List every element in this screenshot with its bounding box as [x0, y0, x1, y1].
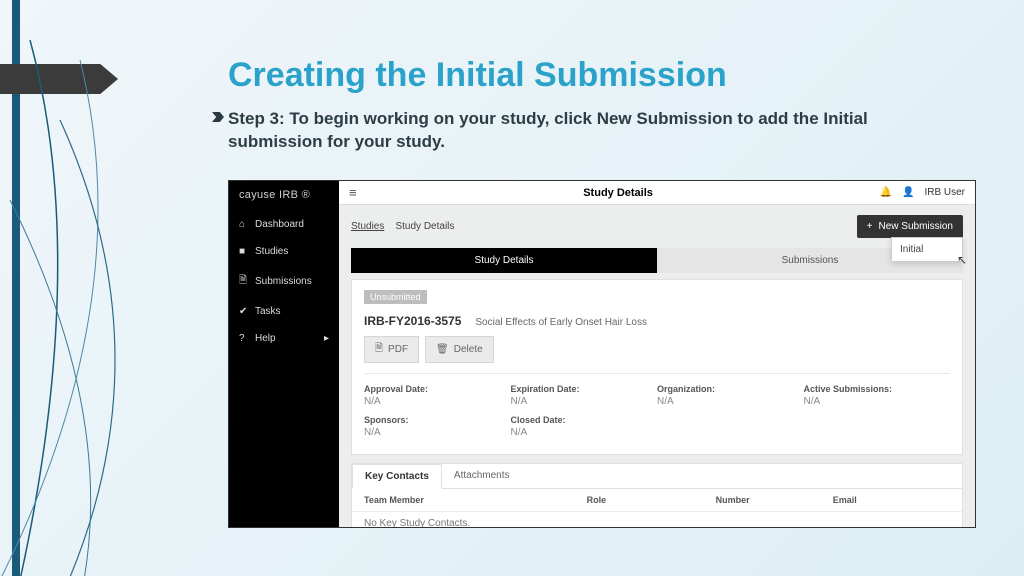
meta-label: Organization: [657, 384, 804, 394]
col-number: Number [716, 495, 833, 505]
sidebar-item-label: Studies [255, 246, 288, 257]
col-email: Email [833, 495, 950, 505]
contacts-panel: Key Contacts Attachments Team Member Rol… [351, 463, 963, 528]
sidebar-item-tasks[interactable]: ✔ Tasks [239, 298, 329, 325]
new-submission-dropdown-item[interactable]: Initial [891, 237, 963, 262]
chevron-right-icon: ▸ [324, 333, 329, 344]
pdf-button[interactable]: 🗎 PDF [364, 336, 419, 363]
user-name: IRB User [924, 187, 965, 198]
meta-value: N/A [657, 396, 804, 407]
pdf-label: PDF [388, 344, 408, 355]
status-badge: Unsubmitted [364, 290, 427, 304]
breadcrumb-root[interactable]: Studies [351, 221, 384, 232]
slide-step-text: Step 3: To begin working on your study, … [228, 108, 928, 154]
study-meta: Approval Date:N/A Expiration Date:N/A Or… [364, 373, 950, 450]
meta-label: Closed Date: [511, 415, 658, 425]
meta-value: N/A [364, 396, 511, 407]
col-role: Role [587, 495, 716, 505]
main-tabs: Study Details Submissions [351, 248, 963, 273]
pdf-icon: 🗎 [375, 341, 383, 358]
meta-value: N/A [511, 396, 658, 407]
hamburger-icon[interactable]: ≡ [349, 185, 357, 200]
sidebar-item-dashboard[interactable]: ⌂ Dashboard [239, 211, 329, 238]
sidebar-item-label: Help [255, 333, 276, 344]
plus-icon: + [867, 221, 873, 232]
slide-marker [0, 64, 118, 94]
meta-label: Approval Date: [364, 384, 511, 394]
new-submission-button[interactable]: + New Submission [857, 215, 963, 238]
meta-value: N/A [364, 427, 511, 438]
bullet-icon [212, 112, 224, 122]
topbar: ≡ Study Details 🔔 👤 IRB User [339, 181, 975, 205]
meta-label: Active Submissions: [804, 384, 951, 394]
page-title: Study Details [357, 187, 880, 199]
sidebar-item-studies[interactable]: ■ Studies [239, 238, 329, 265]
meta-value: N/A [804, 396, 951, 407]
delete-button[interactable]: 🗑 Delete [425, 336, 494, 363]
app-sidebar: cayuse IRB ® ⌂ Dashboard ■ Studies 🗎 Sub… [229, 181, 339, 527]
breadcrumb-current: Study Details [395, 221, 454, 232]
col-team-member: Team Member [364, 495, 587, 505]
trash-icon: 🗑 [436, 344, 449, 355]
contacts-header: Team Member Role Number Email [352, 489, 962, 512]
study-id: IRB-FY2016-3575 [364, 314, 461, 328]
contacts-empty: No Key Study Contacts. [352, 512, 962, 528]
delete-label: Delete [454, 344, 483, 355]
sidebar-item-submissions[interactable]: 🗎 Submissions [239, 265, 329, 298]
meta-label: Sponsors: [364, 415, 511, 425]
home-icon: ⌂ [239, 219, 249, 230]
cursor-icon: ↖ [957, 253, 967, 267]
sidebar-item-label: Submissions [255, 276, 312, 287]
app-main: ≡ Study Details 🔔 👤 IRB User Studies Stu… [339, 181, 975, 527]
app-brand: cayuse IRB ® [239, 189, 329, 201]
bell-icon[interactable]: 🔔 [880, 187, 892, 198]
tab-study-details[interactable]: Study Details [351, 248, 657, 273]
app-screenshot: cayuse IRB ® ⌂ Dashboard ■ Studies 🗎 Sub… [228, 180, 976, 528]
sidebar-item-label: Dashboard [255, 219, 304, 230]
slide-title: Creating the Initial Submission [228, 56, 727, 95]
user-icon[interactable]: 👤 [902, 187, 914, 198]
subtab-attachments[interactable]: Attachments [442, 464, 522, 488]
sidebar-item-help[interactable]: ? Help ▸ [239, 325, 329, 352]
check-icon: ✔ [239, 306, 249, 317]
sidebar-item-label: Tasks [255, 306, 281, 317]
meta-label: Expiration Date: [511, 384, 658, 394]
subtab-key-contacts[interactable]: Key Contacts [352, 464, 442, 489]
question-icon: ? [239, 333, 249, 344]
folder-icon: ■ [239, 246, 249, 257]
breadcrumb-row: Studies Study Details + New Submission [339, 205, 975, 248]
document-icon: 🗎 [239, 273, 249, 290]
study-panel: Unsubmitted IRB-FY2016-3575 Social Effec… [351, 279, 963, 455]
study-name: Social Effects of Early Onset Hair Loss [475, 317, 647, 328]
meta-value: N/A [511, 427, 658, 438]
breadcrumb: Studies Study Details [351, 221, 454, 232]
new-submission-label: New Submission [879, 221, 953, 232]
